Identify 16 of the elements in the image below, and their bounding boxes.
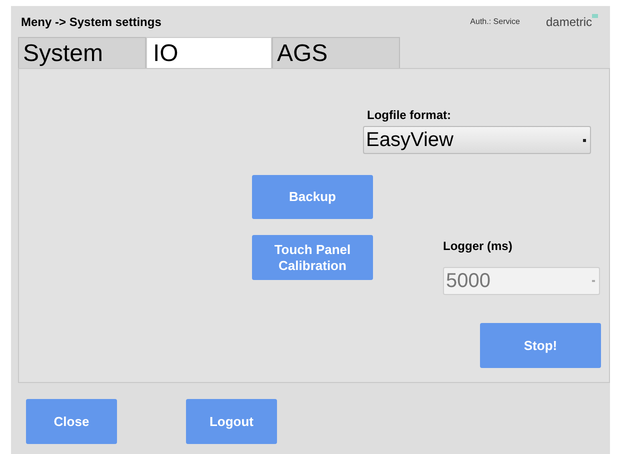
logfile-format-dropdown[interactable]: EasyView: [363, 126, 591, 154]
tab[interactable]: AGS: [272, 37, 400, 68]
backup-button[interactable]: Backup: [252, 175, 373, 219]
dropdown-icon: [583, 138, 586, 142]
logo-mark-icon: [592, 14, 598, 18]
logout-button[interactable]: Logout: [186, 399, 277, 444]
stop-button[interactable]: Stop!: [480, 323, 601, 368]
field-label: Logger (ms): [443, 238, 514, 255]
auth-level: Auth.: Service: [470, 16, 520, 28]
calibration-button[interactable]: Touch Panel Calibration: [252, 235, 373, 280]
tab[interactable]: System: [18, 37, 146, 68]
breadcrumb: Meny -> System settings: [21, 14, 162, 30]
logo-text: dametric: [546, 14, 592, 30]
close-button[interactable]: Close: [26, 399, 117, 444]
tab[interactable]: IO: [146, 37, 272, 68]
field-label: Logfile format:: [367, 107, 452, 124]
